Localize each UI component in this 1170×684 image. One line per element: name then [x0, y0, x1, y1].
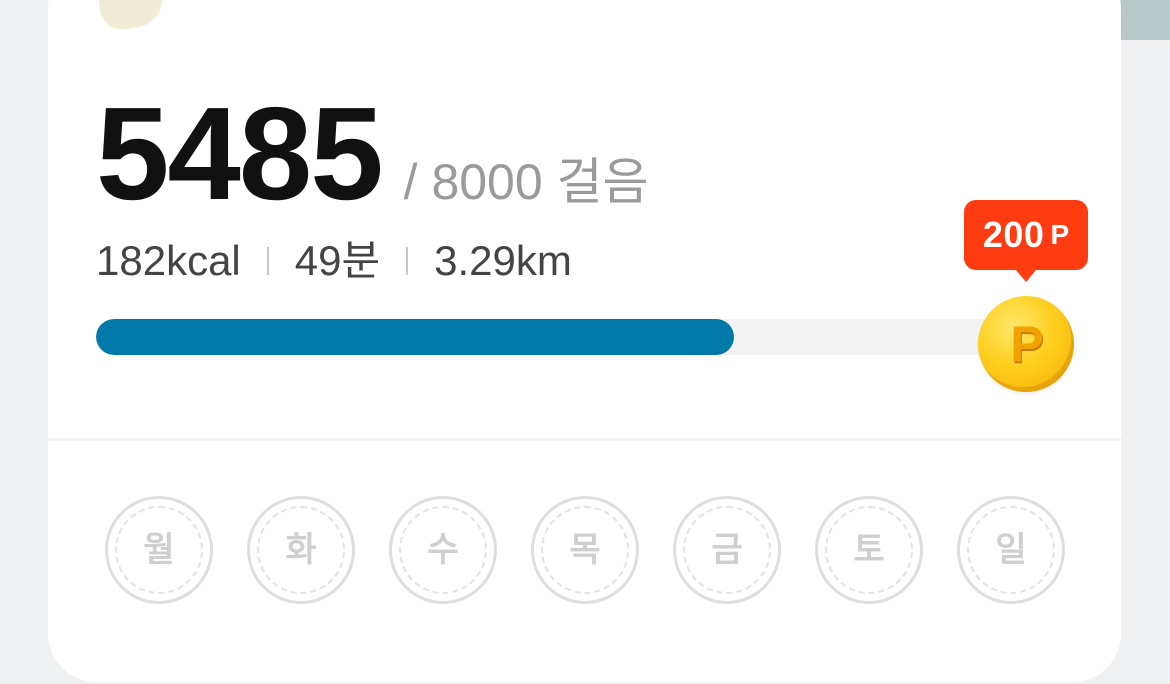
- stat-divider: [266, 247, 269, 275]
- weekday-stamp-sun: 일: [957, 496, 1065, 604]
- weekday-stamp-wed: 수: [389, 496, 497, 604]
- weekday-label: 토: [853, 531, 885, 569]
- weekday-stamps: 월 화 수 목 금 토 일: [105, 496, 1065, 604]
- weekday-stamp-mon: 월: [105, 496, 213, 604]
- step-progress-bar: [96, 319, 1026, 355]
- weekday-stamp-fri: 금: [673, 496, 781, 604]
- duration-value: 49분: [294, 237, 381, 284]
- reward-points-badge: 200 P: [964, 200, 1088, 282]
- weekday-label: 목: [569, 531, 601, 569]
- step-progress-fill: [96, 319, 734, 355]
- weekday-stamp-thu: 목: [531, 496, 639, 604]
- step-count-row: 5485 / 8000 걸음: [96, 88, 649, 220]
- weekday-label: 화: [285, 531, 317, 569]
- stat-divider: [406, 247, 409, 275]
- weekday-label: 월: [143, 531, 175, 569]
- distance-value: 3.29km: [434, 237, 572, 284]
- weekday-stamp-sat: 토: [815, 496, 923, 604]
- weekday-label: 일: [995, 531, 1027, 569]
- calories-value: 182kcal: [96, 237, 241, 284]
- goal-steps: / 8000 걸음: [403, 154, 649, 210]
- weekday-label: 금: [711, 531, 743, 569]
- current-steps: 5485: [96, 80, 384, 227]
- weekday-label: 수: [427, 531, 459, 569]
- stats-row: 182kcal 49분 3.29km: [96, 240, 572, 282]
- coin-glyph: P: [1010, 316, 1044, 372]
- point-coin-icon[interactable]: P: [978, 296, 1074, 392]
- weekday-stamp-tue: 화: [247, 496, 355, 604]
- section-divider: [48, 438, 1121, 441]
- reward-unit: P: [1050, 219, 1070, 250]
- reward-amount: 200: [982, 214, 1045, 255]
- step-card: 5485 / 8000 걸음 182kcal 49분 3.29km 200 P …: [48, 0, 1121, 682]
- mascot-image: [97, 0, 167, 33]
